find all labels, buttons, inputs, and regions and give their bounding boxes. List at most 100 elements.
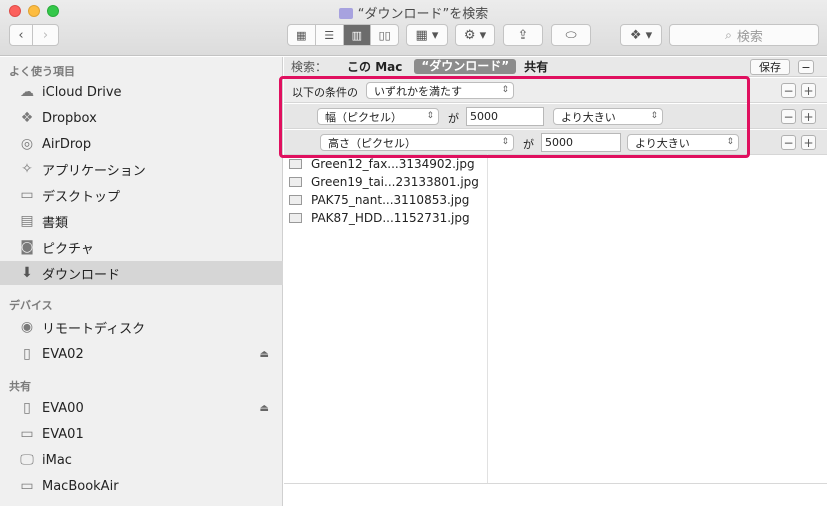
image-file-icon (289, 159, 302, 169)
dropbox-button[interactable]: ❖ ▾ (620, 24, 662, 46)
criteria-rule-row: 幅（ピクセル） ⇕ が 5000 より大きい ⇕ − + (284, 104, 827, 129)
rule-particle: が (448, 112, 459, 125)
scope-this-mac[interactable]: この Mac (347, 58, 402, 75)
sidebar-item-icloud-drive[interactable]: ☁ iCloud Drive (0, 80, 283, 104)
window-title: “ダウンロード”を検索 (0, 3, 827, 22)
list-view-icon[interactable]: ☰ (316, 25, 344, 45)
operator-select[interactable]: より大きい ⇕ (553, 108, 663, 125)
sidebar-section-shared: 共有 (9, 380, 31, 393)
sidebar-item-remote-disc[interactable]: ◉ リモートディスク (0, 315, 283, 339)
share-icon: ⇪ (517, 27, 529, 43)
results-column: Green12_fax...3134902.jpg Green19_tai...… (284, 154, 488, 483)
remove-rule-button[interactable]: − (781, 109, 796, 124)
sidebar-item-pictures[interactable]: ◙ ピクチャ (0, 235, 283, 259)
value-field[interactable]: 5000 (541, 133, 621, 152)
forward-button[interactable]: › (32, 24, 59, 46)
server-icon: ▯ (23, 400, 31, 416)
attribute-select[interactable]: 幅（ピクセル） ⇕ (317, 108, 439, 125)
tag-button[interactable]: ⬭ (551, 24, 591, 46)
tag-icon: ⬭ (565, 27, 577, 43)
sidebar-item-eva00[interactable]: ▯ EVA00 ⏏ (0, 396, 283, 420)
back-button[interactable]: ‹ (9, 24, 33, 46)
server-icon: ▭ (20, 426, 34, 442)
arrange-button[interactable]: ▦ ▾ (406, 24, 448, 46)
sidebar: よく使う項目 ☁ iCloud Drive ❖ Dropbox ◎ AirDrop ✧… (0, 57, 283, 506)
sidebar-item-documents[interactable]: ▤ 書類 (0, 209, 283, 233)
sidebar-item-imac[interactable]: 🖵 iMac (0, 448, 283, 472)
share-button[interactable]: ⇪ (503, 24, 543, 46)
dropbox-icon: ❖ (20, 110, 34, 126)
download-icon: ⬇ (21, 265, 33, 281)
list-item[interactable]: PAK75_nant...3110853.jpg (289, 191, 469, 209)
chevron-right-icon: › (42, 27, 49, 43)
updown-icon: ⇕ (501, 137, 509, 147)
image-file-icon (289, 195, 302, 205)
remove-rule-button[interactable]: − (781, 135, 796, 150)
save-search-button[interactable]: 保存 (750, 59, 790, 75)
action-button[interactable]: ⚙ ▾ (455, 24, 495, 46)
column-view-icon[interactable]: ▥ (343, 25, 372, 45)
add-rule-button[interactable]: + (801, 109, 816, 124)
sidebar-section-favorites: よく使う項目 (9, 65, 75, 78)
gear-icon: ⚙ ▾ (463, 27, 487, 43)
scope-shared[interactable]: 共有 (524, 58, 548, 75)
updown-icon: ⇕ (501, 85, 509, 95)
dropbox-icon: ❖ ▾ (629, 27, 653, 43)
value-field[interactable]: 5000 (466, 107, 544, 126)
eject-icon[interactable]: ⏏ (260, 349, 269, 360)
add-rule-button[interactable]: + (801, 135, 816, 150)
updown-icon: ⇕ (650, 111, 658, 121)
image-file-icon (289, 213, 302, 223)
sidebar-item-dropbox[interactable]: ❖ Dropbox (0, 106, 283, 130)
view-mode-selector: ▦ ☰ ▥ ▯▯ (287, 24, 399, 46)
camera-icon: ◙ (20, 239, 34, 255)
results-area: Green12_fax...3134902.jpg Green19_tai...… (284, 154, 827, 506)
documents-icon: ▤ (20, 213, 34, 229)
cloud-icon: ☁ (20, 84, 34, 100)
updown-icon: ⇕ (426, 111, 434, 121)
search-scope-label: 検索： (291, 60, 328, 74)
list-item[interactable]: Green12_fax...3134902.jpg (289, 155, 475, 173)
coverflow-view-icon[interactable]: ▯▯ (371, 25, 398, 45)
remove-rule-button[interactable]: − (781, 83, 796, 98)
laptop-icon: ▭ (20, 478, 34, 494)
remove-search-button[interactable]: − (798, 60, 814, 74)
desktop-icon: ▭ (20, 187, 34, 203)
eject-icon[interactable]: ⏏ (260, 403, 269, 414)
criteria-rule-row: 高さ（ピクセル） ⇕ が 5000 より大きい ⇕ − + (284, 130, 827, 155)
attribute-select[interactable]: 高さ（ピクセル） ⇕ (320, 134, 514, 151)
updown-icon: ⇕ (726, 137, 734, 147)
rule-particle: が (523, 138, 534, 151)
image-file-icon (289, 177, 302, 187)
scope-downloads[interactable]: “ダウンロード” (414, 59, 517, 74)
sidebar-item-eva02[interactable]: ▯ EVA02 ⏏ (0, 342, 283, 366)
list-item[interactable]: PAK87_HDD...1152731.jpg (289, 209, 470, 227)
chevron-left-icon: ‹ (18, 27, 24, 43)
search-scope-bar: 検索： この Mac “ダウンロード” 共有 保存 − (284, 57, 827, 77)
applications-icon: ✧ (21, 161, 33, 177)
sidebar-item-downloads[interactable]: ⬇ ダウンロード (0, 261, 283, 285)
sidebar-item-desktop[interactable]: ▭ デスクトップ (0, 183, 283, 207)
match-mode-select[interactable]: いずれかを満たす ⇕ (366, 82, 514, 99)
search-input[interactable]: ⌕ 検索 (669, 24, 819, 46)
icon-view-icon[interactable]: ▦ (288, 25, 316, 45)
folder-icon (338, 8, 353, 19)
criteria-prefix: 以下の条件の (292, 86, 358, 99)
toolbar: “ダウンロード”を検索 ‹ › ▦ ☰ ▥ ▯▯ ▦ ▾ ⚙ ▾ ⇪ ⬭ ❖ ▾… (0, 0, 827, 56)
sidebar-item-applications[interactable]: ✧ アプリケーション (0, 157, 283, 181)
sidebar-item-airdrop[interactable]: ◎ AirDrop (0, 132, 283, 156)
finder-window: “ダウンロード”を検索 ‹ › ▦ ☰ ▥ ▯▯ ▦ ▾ ⚙ ▾ ⇪ ⬭ ❖ ▾… (0, 0, 827, 506)
grid-icon: ▦ ▾ (415, 27, 439, 43)
list-item[interactable]: Green19_tai...23133801.jpg (289, 173, 479, 191)
airdrop-icon: ◎ (20, 136, 34, 152)
search-icon: ⌕ (725, 27, 732, 42)
main-content: 検索： この Mac “ダウンロード” 共有 保存 − 以下の条件の いずれかを… (284, 57, 827, 506)
add-rule-button[interactable]: + (801, 83, 816, 98)
operator-select[interactable]: より大きい ⇕ (627, 134, 739, 151)
sidebar-item-eva01[interactable]: ▭ EVA01 (0, 422, 283, 446)
path-bar (284, 483, 827, 506)
drive-icon: ▯ (23, 346, 31, 362)
sidebar-section-devices: デバイス (9, 299, 53, 312)
imac-icon: 🖵 (20, 452, 34, 468)
sidebar-item-macbookair[interactable]: ▭ MacBookAir (0, 474, 283, 498)
